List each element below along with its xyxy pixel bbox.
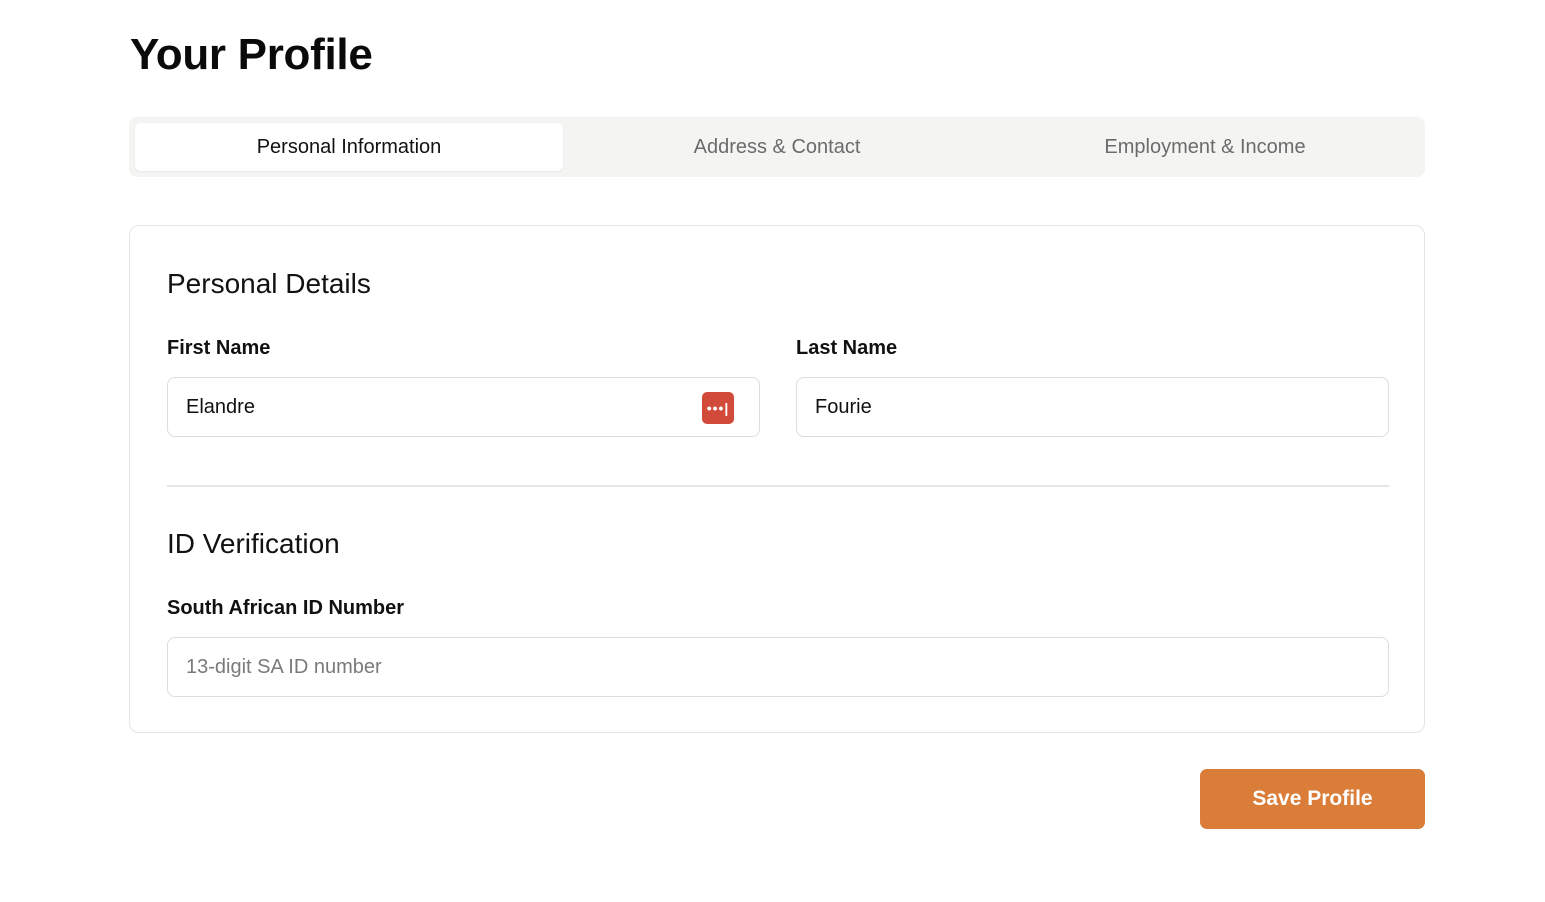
first-name-input[interactable] <box>186 395 741 419</box>
password-manager-icon[interactable]: •••| <box>702 392 734 424</box>
tab-address-contact[interactable]: Address & Contact <box>563 123 991 171</box>
profile-tabs: Personal Information Address & Contact E… <box>129 117 1425 177</box>
last-name-input[interactable] <box>815 395 1370 419</box>
personal-details-heading: Personal Details <box>167 268 371 299</box>
first-name-field-wrapper: •••| <box>167 377 760 437</box>
tab-personal-information[interactable]: Personal Information <box>135 123 563 171</box>
id-verification-heading: ID Verification <box>167 528 340 559</box>
section-divider <box>167 485 1389 487</box>
first-name-label: First Name <box>167 337 271 359</box>
tab-employment-income[interactable]: Employment & Income <box>991 123 1419 171</box>
id-number-input[interactable] <box>186 655 1370 679</box>
page-title: Your Profile <box>130 30 373 79</box>
last-name-field-wrapper <box>796 377 1389 437</box>
profile-card: Personal Details First Name •••| Last Na… <box>129 225 1425 733</box>
save-profile-button[interactable]: Save Profile <box>1200 769 1425 829</box>
profile-page: Your Profile Personal Information Addres… <box>0 0 1545 902</box>
last-name-label: Last Name <box>796 337 898 359</box>
id-number-field-wrapper <box>167 637 1389 697</box>
id-number-label: South African ID Number <box>167 597 405 619</box>
